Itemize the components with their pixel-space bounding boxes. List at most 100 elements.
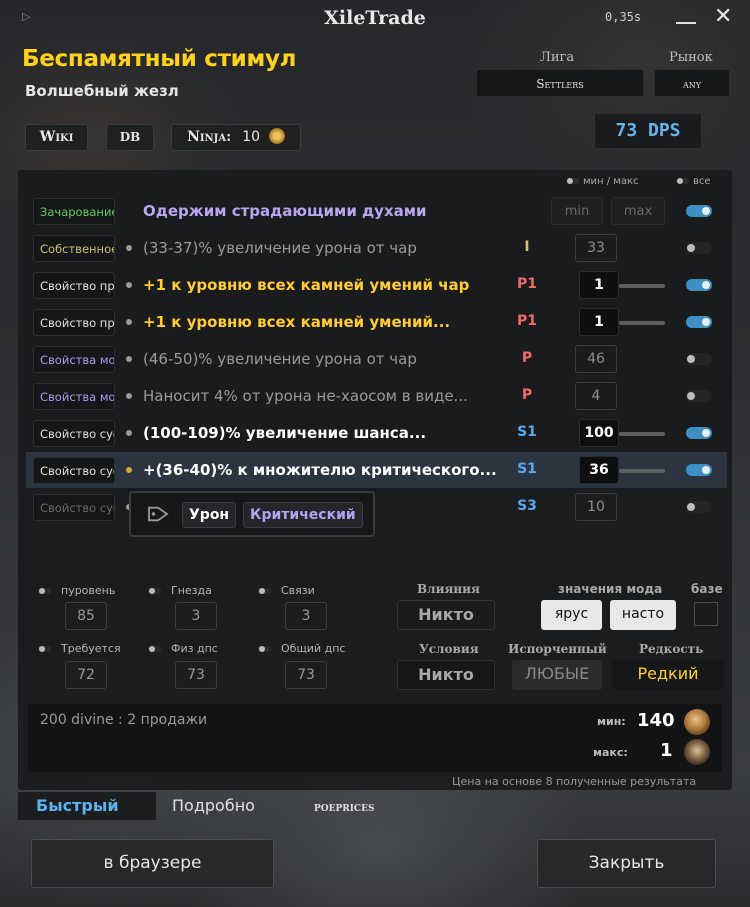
- mod-value-input[interactable]: 100: [579, 419, 619, 447]
- mod-toggle[interactable]: [686, 242, 712, 254]
- price-note: Цена на основе 8 полученные результата: [452, 775, 697, 788]
- price-min-value: 140: [637, 710, 675, 731]
- phys-input[interactable]: 73: [175, 661, 217, 689]
- minmax-header[interactable]: мин / макс: [566, 176, 639, 187]
- links-label: Связи: [281, 584, 315, 597]
- rarity-select[interactable]: Редкий: [612, 660, 724, 690]
- mod-toggle[interactable]: [686, 353, 712, 365]
- mod-value-input[interactable]: 4: [575, 382, 617, 410]
- min-input[interactable]: min: [551, 197, 603, 225]
- mod-tier: S1: [517, 461, 537, 477]
- mod-toggle[interactable]: [686, 279, 712, 291]
- mod-toggle[interactable]: [686, 205, 712, 217]
- mod-tier: S1: [517, 424, 537, 440]
- req-input[interactable]: 72: [65, 661, 107, 689]
- mod-toggle[interactable]: [686, 501, 712, 513]
- all-toggle[interactable]: [676, 178, 689, 184]
- mod-value-input[interactable]: 36: [579, 456, 619, 484]
- influence-select[interactable]: Никто: [397, 600, 495, 630]
- mod-value-input[interactable]: 1: [579, 271, 619, 299]
- mod-row: Собственное (33-37)% увеличение урона от …: [26, 230, 727, 266]
- mod-value-input[interactable]: 33: [575, 234, 617, 262]
- req-toggle[interactable]: [38, 646, 51, 652]
- all-header[interactable]: все: [676, 176, 711, 187]
- conditions-label: Условия: [419, 642, 479, 656]
- base-checkbox[interactable]: [694, 602, 718, 626]
- max-input[interactable]: max: [611, 197, 665, 225]
- price-summary: 200 divine : 2 продажи: [40, 712, 208, 728]
- phys-toggle[interactable]: [148, 646, 161, 652]
- minimize-icon[interactable]: [674, 2, 698, 32]
- mod-value-input[interactable]: 46: [575, 345, 617, 373]
- wiki-button[interactable]: Wiki: [25, 124, 88, 151]
- sockets-input[interactable]: 3: [175, 602, 217, 630]
- mod-bullet-icon: [126, 467, 132, 473]
- item-base-type: Волшебный жезл: [25, 82, 179, 100]
- total-label: Общий дпс: [281, 642, 346, 655]
- req-label: Требуется: [61, 642, 121, 655]
- ninja-label: Ninja:: [187, 129, 232, 145]
- mod-range-slider[interactable]: [619, 469, 665, 473]
- mod-range-slider[interactable]: [619, 321, 665, 325]
- mod-toggle[interactable]: [686, 390, 712, 402]
- close-icon[interactable]: ✕: [714, 4, 732, 29]
- mod-value-input[interactable]: 1: [579, 308, 619, 336]
- mod-value-input[interactable]: 10: [575, 493, 617, 521]
- mod-text: Наносит 4% от урона не-хаосом в виде...: [143, 387, 468, 405]
- tab-quick[interactable]: Быстрый: [36, 796, 119, 815]
- mod-row: Свойство суффикса (100-109)% увеличение ш…: [26, 415, 727, 451]
- mod-toggle[interactable]: [686, 427, 712, 439]
- mod-toggle[interactable]: [686, 464, 712, 476]
- links-filter[interactable]: Связи: [258, 584, 315, 597]
- tag-critical: Критический: [243, 502, 363, 528]
- ilvl-filter[interactable]: пуровень: [38, 584, 115, 597]
- exalted-orb-icon: [684, 739, 710, 765]
- total-input[interactable]: 73: [285, 661, 327, 689]
- market-label: Рынок: [669, 50, 713, 65]
- ninja-button[interactable]: Ninja: 10: [171, 124, 301, 151]
- total-toggle[interactable]: [258, 646, 271, 652]
- minmax-toggle[interactable]: [566, 178, 579, 184]
- mod-source: Зачарование: [33, 198, 115, 225]
- league-label: Лига: [540, 50, 575, 65]
- mod-row: Свойство префикса +1 к уровню всех камней…: [26, 267, 727, 303]
- tab-detailed[interactable]: Подробно: [172, 796, 255, 815]
- conditions-select[interactable]: Никто: [397, 660, 495, 690]
- total-filter[interactable]: Общий дпс: [258, 642, 345, 655]
- tag-damage: Урон: [182, 502, 237, 528]
- mod-range-slider[interactable]: [619, 432, 665, 436]
- query-time: 0,35s: [605, 10, 642, 24]
- mod-row: Свойства мода (46-50)% увеличение урона о…: [26, 341, 727, 377]
- mod-row: Свойство префикса +1 к уровню всех камней…: [26, 304, 727, 340]
- divine-orb-icon: [684, 709, 710, 735]
- ilvl-toggle[interactable]: [38, 588, 51, 594]
- mod-bullet-icon: [126, 356, 132, 362]
- phys-label: Физ дпс: [171, 642, 218, 655]
- db-button[interactable]: DB: [106, 124, 154, 151]
- mod-toggle[interactable]: [686, 316, 712, 328]
- sockets-toggle[interactable]: [148, 588, 161, 594]
- market-select[interactable]: any: [654, 69, 730, 97]
- mod-bullet-icon: [126, 245, 132, 251]
- mod-bullet-icon: [126, 393, 132, 399]
- real-value-button[interactable]: насто: [610, 600, 676, 630]
- links-toggle[interactable]: [258, 588, 271, 594]
- open-browser-button[interactable]: в браузере: [31, 839, 274, 888]
- base-label: базе: [691, 582, 723, 596]
- price-min-label: мин:: [597, 715, 626, 728]
- phys-filter[interactable]: Физ дпс: [148, 642, 218, 655]
- mod-text: +(36-40)% к множителю критического...: [143, 461, 497, 479]
- tab-poeprices[interactable]: poeprices: [314, 800, 374, 815]
- mod-range-slider[interactable]: [619, 284, 665, 288]
- sockets-filter[interactable]: Гнезда: [148, 584, 212, 597]
- mod-source: Свойства мода: [33, 383, 115, 410]
- mod-source: Свойство префикса: [33, 309, 115, 336]
- league-select[interactable]: Settlers: [476, 69, 644, 97]
- chaos-orb-icon: [268, 128, 285, 144]
- req-filter[interactable]: Требуется: [38, 642, 121, 655]
- close-button[interactable]: Закрыть: [537, 839, 716, 888]
- links-input[interactable]: 3: [285, 602, 327, 630]
- ilvl-input[interactable]: 85: [65, 602, 107, 630]
- tier-button[interactable]: ярус: [541, 600, 602, 630]
- corrupted-select[interactable]: ЛЮБЫЕ: [512, 660, 602, 690]
